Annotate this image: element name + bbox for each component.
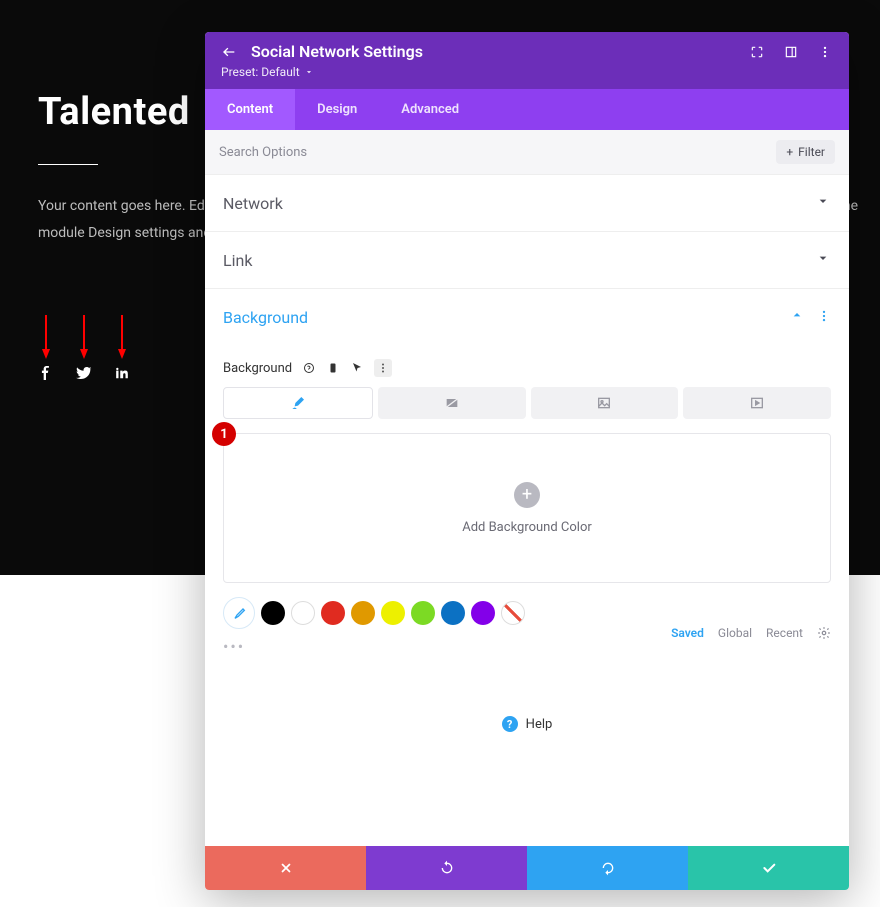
facebook-icon[interactable] <box>38 365 54 381</box>
back-icon[interactable] <box>221 44 237 60</box>
background-label: Background <box>223 361 292 376</box>
tab-design[interactable]: Design <box>295 89 379 130</box>
section-link[interactable]: Link <box>205 232 849 289</box>
tab-advanced[interactable]: Advanced <box>379 89 481 130</box>
help-label: Help <box>526 717 553 732</box>
panel-toolbar: Search Options + Filter <box>205 130 849 175</box>
arrow-icon <box>76 315 92 359</box>
swatch-blue[interactable] <box>441 601 465 625</box>
section-network[interactable]: Network <box>205 175 849 232</box>
swatch-purple[interactable] <box>471 601 495 625</box>
panel-header: Social Network Settings Preset: Default <box>205 32 849 89</box>
filter-button[interactable]: + Filter <box>776 140 835 164</box>
help-badge-icon: ? <box>502 716 518 732</box>
chevron-down-icon <box>815 193 831 213</box>
section-background[interactable]: Background <box>205 289 849 345</box>
tab-content[interactable]: Content <box>205 89 295 130</box>
filter-label: Filter <box>798 145 825 159</box>
panel-layout-icon[interactable] <box>783 44 799 60</box>
preset-dropdown[interactable]: Preset: Default <box>221 65 833 79</box>
add-background-label: Add Background Color <box>462 520 592 535</box>
add-background-button[interactable]: + <box>514 482 540 508</box>
redo-button[interactable] <box>527 846 688 890</box>
swatch-black[interactable] <box>261 601 285 625</box>
section-title: Network <box>223 194 283 213</box>
background-type-tabs <box>223 387 831 419</box>
chevron-up-icon <box>789 307 805 327</box>
twitter-icon[interactable] <box>76 365 92 381</box>
palette-saved[interactable]: Saved <box>671 626 704 640</box>
help-icon[interactable] <box>302 361 316 375</box>
swatch-red[interactable] <box>321 601 345 625</box>
save-button[interactable] <box>688 846 849 890</box>
section-title: Link <box>223 251 252 270</box>
social-icons-row <box>38 365 130 381</box>
eyedropper-icon[interactable] <box>223 597 255 629</box>
undo-button[interactable] <box>366 846 527 890</box>
bg-tab-gradient[interactable] <box>378 387 526 419</box>
bg-tab-video[interactable] <box>683 387 831 419</box>
background-preview: 1 + Add Background Color <box>223 433 831 583</box>
color-swatches <box>223 597 831 629</box>
text-line-1: Your content goes here. Edi <box>38 198 208 214</box>
swatch-meta: Saved Global Recent <box>671 626 831 640</box>
cancel-button[interactable] <box>205 846 366 890</box>
bg-tab-image[interactable] <box>531 387 679 419</box>
gear-icon[interactable] <box>817 626 831 640</box>
help-link[interactable]: ? Help <box>223 716 831 732</box>
linkedin-icon[interactable] <box>114 365 130 381</box>
palette-global[interactable]: Global <box>718 626 752 640</box>
panel-tabs: Content Design Advanced <box>205 89 849 130</box>
panel-title: Social Network Settings <box>251 42 423 61</box>
title-divider <box>38 164 98 165</box>
more-swatches-icon[interactable]: ••• <box>223 637 245 656</box>
settings-panel: Social Network Settings Preset: Default … <box>205 32 849 890</box>
section-background-body: Background 1 + Add Background Color <box>205 345 849 756</box>
chevron-down-icon <box>815 250 831 270</box>
section-kebab-icon[interactable] <box>817 308 831 327</box>
text-line-2: module Design settings and <box>38 225 211 241</box>
expand-icon[interactable] <box>749 44 765 60</box>
step-badge: 1 <box>212 422 236 446</box>
section-title: Background <box>223 308 308 327</box>
swatch-white[interactable] <box>291 601 315 625</box>
hover-icon[interactable] <box>350 361 364 375</box>
arrow-icon <box>114 315 130 359</box>
swatch-yellow[interactable] <box>381 601 405 625</box>
annotation-arrows <box>38 315 130 359</box>
panel-footer <box>205 846 849 890</box>
swatch-green[interactable] <box>411 601 435 625</box>
search-input[interactable]: Search Options <box>219 145 307 160</box>
responsive-icon[interactable] <box>326 361 340 375</box>
swatch-orange[interactable] <box>351 601 375 625</box>
field-kebab-icon[interactable] <box>374 359 392 377</box>
panel-body: Network Link Background Background <box>205 175 849 846</box>
background-field-row: Background <box>223 359 831 377</box>
preset-label: Preset: Default <box>221 65 300 79</box>
palette-recent[interactable]: Recent <box>766 626 803 640</box>
plus-icon: + <box>786 145 793 159</box>
swatch-none[interactable] <box>501 601 525 625</box>
kebab-menu-icon[interactable] <box>817 44 833 60</box>
arrow-icon <box>38 315 54 359</box>
bg-tab-color[interactable] <box>223 387 373 419</box>
